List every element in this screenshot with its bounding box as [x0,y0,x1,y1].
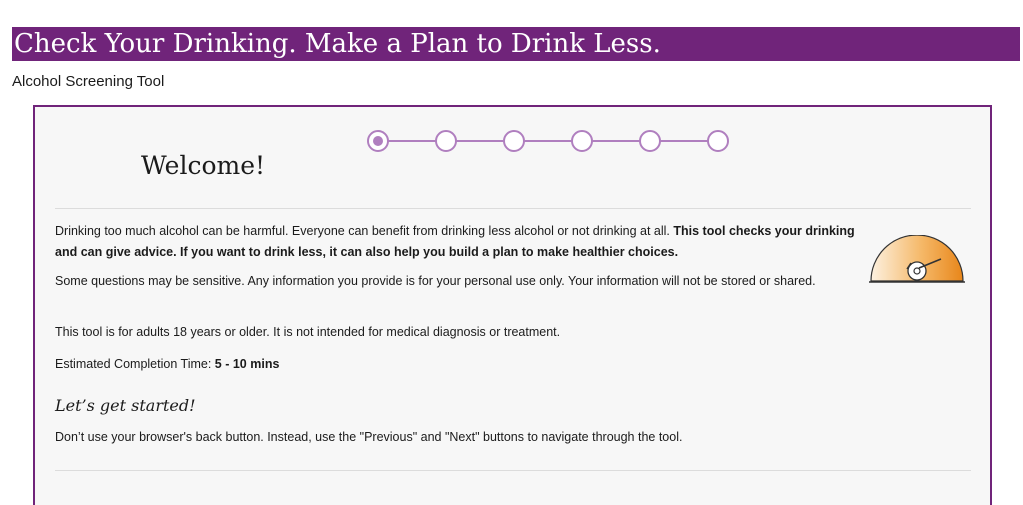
progress-stepper [367,129,739,153]
tool-card: Welcome! Drinking too much alcohol can b… [33,105,992,505]
bottom-divider [55,470,971,471]
welcome-heading: Welcome! [141,151,266,180]
page-subtitle: Alcohol Screening Tool [12,73,165,90]
navigation-note: Don’t use your browser's back button. In… [55,430,683,444]
speedometer-icon [867,234,967,289]
progress-step-2 [435,130,457,152]
top-divider [55,208,971,209]
completion-time-value: 5 - 10 mins [214,357,280,371]
privacy-paragraph: Some questions may be sensitive. Any inf… [55,274,816,288]
age-notice-paragraph: This tool is for adults 18 years or olde… [55,325,561,339]
page-title: Check Your Drinking. Make a Plan to Drin… [12,27,1020,61]
intro-text: Drinking too much alcohol can be harmful… [55,224,674,238]
progress-step-5 [639,130,661,152]
lets-get-started-heading: Let’s get started! [55,396,196,415]
completion-time: Estimated Completion Time: 5 - 10 mins [55,354,855,375]
progress-step-3 [503,130,525,152]
intro-paragraph: Drinking too much alcohol can be harmful… [55,221,855,263]
progress-line [377,140,727,142]
progress-step-4 [571,130,593,152]
progress-step-6 [707,130,729,152]
progress-step-1 [367,130,389,152]
completion-time-label: Estimated Completion Time: [55,357,215,371]
